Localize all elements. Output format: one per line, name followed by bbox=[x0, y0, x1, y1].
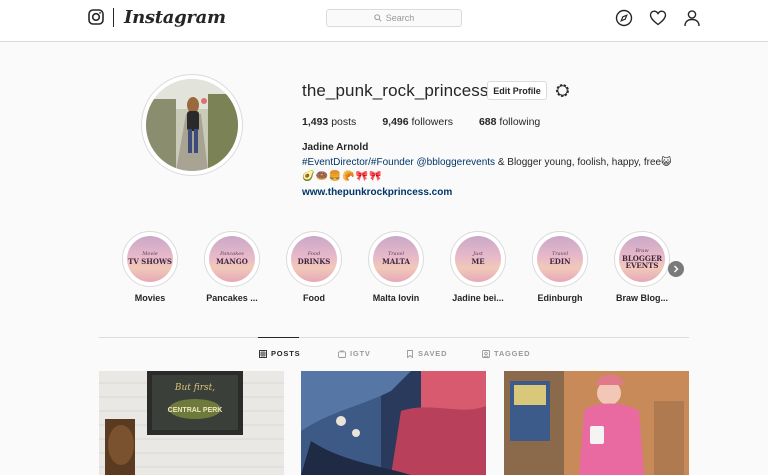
profile-person-icon[interactable] bbox=[683, 9, 701, 27]
highlight-cover: Travel Malta bbox=[373, 236, 419, 282]
profile-stats: 1,493 posts 9,496 followers 688 followin… bbox=[302, 116, 566, 128]
tab-igtv[interactable]: IGTV bbox=[338, 349, 371, 358]
highlight-cover-big-text: Malta bbox=[382, 257, 410, 267]
highlight-cover-big-text: Edin bbox=[549, 257, 571, 267]
highlight-label: Malta lovin bbox=[372, 293, 420, 303]
highlight-label: Pancakes ... bbox=[206, 293, 258, 303]
highlight-ring: Pancakes Mango bbox=[204, 231, 260, 287]
posts-count: 1,493 bbox=[302, 116, 329, 128]
highlight-cover-small-text: Braw bbox=[635, 247, 649, 254]
tab-active-indicator bbox=[258, 337, 299, 338]
highlight-ring: Travel Edin bbox=[532, 231, 588, 287]
highlight-edinburgh[interactable]: Travel Edin Edinburgh bbox=[532, 231, 588, 303]
tab-posts[interactable]: POSTS bbox=[259, 349, 300, 358]
highlight-cover: Pancakes Mango bbox=[209, 236, 255, 282]
igtv-icon bbox=[338, 349, 346, 358]
chevron-right-icon bbox=[674, 265, 679, 273]
search-icon bbox=[374, 14, 382, 22]
profile-website-link[interactable]: www.thepunkrockprincess.com bbox=[302, 187, 452, 198]
logo-divider bbox=[113, 8, 114, 27]
profile-bio-line: #EventDirector/#Founder @bbloggerevents … bbox=[302, 157, 672, 168]
edit-profile-button[interactable]: Edit Profile bbox=[487, 81, 547, 100]
highlight-cover-big-text: Me bbox=[471, 257, 485, 267]
highlight-label: Braw Blog... bbox=[615, 293, 668, 303]
highlight-malta[interactable]: Travel Malta Malta lovin bbox=[368, 231, 424, 303]
grid-icon bbox=[259, 349, 267, 358]
post-sign-text: But first, bbox=[174, 383, 215, 393]
instagram-wordmark[interactable]: Instagram bbox=[124, 7, 226, 28]
highlights-next-button[interactable] bbox=[668, 261, 684, 277]
tab-igtv-label: IGTV bbox=[350, 349, 371, 358]
followers-label: followers bbox=[411, 116, 453, 128]
highlight-ring: Movie TV Shows bbox=[122, 231, 178, 287]
highlight-cover: Food Drinks bbox=[291, 236, 337, 282]
tabs-divider bbox=[99, 337, 689, 338]
profile-avatar[interactable] bbox=[146, 79, 238, 171]
post-thumbnail[interactable]: But first, CENTRAL PERK bbox=[99, 371, 284, 475]
search-input[interactable]: Search bbox=[326, 9, 462, 27]
highlight-cover: Just Me bbox=[455, 236, 501, 282]
following-label: following bbox=[499, 116, 541, 128]
tab-posts-label: POSTS bbox=[271, 349, 301, 358]
settings-gear-icon[interactable] bbox=[554, 82, 571, 99]
highlight-cover: Movie TV Shows bbox=[127, 236, 173, 282]
instagram-camera-icon[interactable] bbox=[88, 9, 104, 25]
profile-bio-emojis: 🥑🍩🍔🥐🎀🎀 bbox=[302, 171, 383, 182]
post-thumbnail[interactable] bbox=[301, 371, 486, 475]
stat-followers[interactable]: 9,496 followers bbox=[382, 116, 453, 128]
post-sign-text-2: CENTRAL PERK bbox=[168, 407, 223, 414]
highlight-cover: Travel Edin bbox=[537, 236, 583, 282]
bookmark-icon bbox=[407, 349, 413, 358]
posts-label: posts bbox=[331, 116, 357, 128]
heart-activity-icon[interactable] bbox=[649, 9, 667, 27]
highlight-label: Food bbox=[303, 293, 325, 303]
highlight-label: Jadine bei... bbox=[452, 293, 504, 303]
highlight-label: Edinburgh bbox=[537, 293, 583, 303]
search-placeholder: Search bbox=[385, 13, 415, 23]
highlight-cover-big-text: TV Shows bbox=[128, 257, 172, 267]
tab-tagged-label: TAGGED bbox=[494, 349, 531, 358]
profile-full-name: Jadine Arnold bbox=[302, 142, 369, 153]
tagged-icon bbox=[482, 349, 490, 358]
tab-saved[interactable]: SAVED bbox=[406, 349, 447, 358]
highlight-cover-big-text: Mango bbox=[216, 257, 248, 267]
bio-text: & Blogger young, foolish, happy, free😺 bbox=[495, 157, 672, 168]
highlight-ring: Just Me bbox=[450, 231, 506, 287]
highlight-movies[interactable]: Movie TV Shows Movies bbox=[122, 231, 178, 303]
highlight-ring: Travel Malta bbox=[368, 231, 424, 287]
tab-tagged[interactable]: TAGGED bbox=[482, 349, 530, 358]
tab-saved-label: SAVED bbox=[418, 349, 448, 358]
highlight-ring: Braw Blogger Events bbox=[614, 231, 670, 287]
highlight-pancakes[interactable]: Pancakes Mango Pancakes ... bbox=[204, 231, 260, 303]
highlight-label: Movies bbox=[134, 293, 166, 303]
stat-following[interactable]: 688 following bbox=[479, 116, 540, 128]
explore-compass-icon[interactable] bbox=[615, 9, 633, 27]
profile-username: the_punk_rock_princess bbox=[302, 81, 489, 100]
post-thumbnail[interactable] bbox=[504, 371, 689, 475]
highlight-cover-big-text: Drinks bbox=[297, 257, 331, 267]
bio-hashtags-link[interactable]: #EventDirector/#Founder @bbloggerevents bbox=[302, 157, 495, 168]
highlight-cover: Braw Blogger Events bbox=[619, 236, 665, 282]
highlight-jadine[interactable]: Just Me Jadine bei... bbox=[450, 231, 506, 303]
highlight-ring: Food Drinks bbox=[286, 231, 342, 287]
highlight-braw-blogger[interactable]: Braw Blogger Events Braw Blog... bbox=[614, 231, 670, 303]
highlight-cover-big-text: Blogger Events bbox=[621, 253, 663, 270]
followers-count: 9,496 bbox=[382, 116, 409, 128]
top-nav: Instagram Search bbox=[0, 0, 768, 42]
highlight-food[interactable]: Food Drinks Food bbox=[286, 231, 342, 303]
stat-posts: 1,493 posts bbox=[302, 116, 356, 128]
following-count: 688 bbox=[478, 116, 497, 128]
